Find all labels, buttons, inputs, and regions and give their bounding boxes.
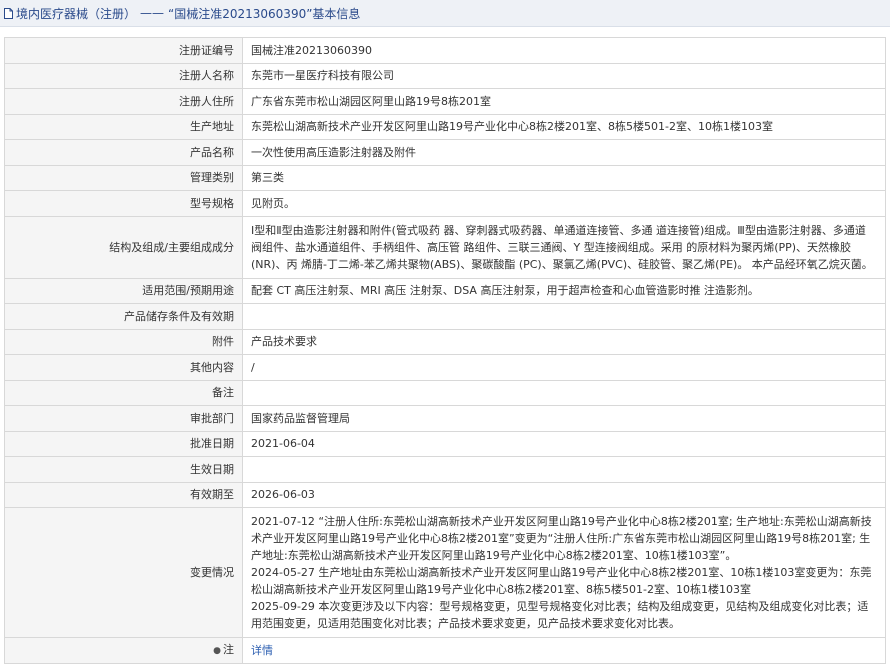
page-title: “国械注准20213060390”基本信息 [168, 6, 361, 21]
field-label: 产品名称 [4, 139, 243, 166]
field-value: / [242, 354, 886, 381]
field-value: 配套 CT 高压注射泵、MRI 高压 注射泵、DSA 高压注射泵，用于超声检查和… [242, 277, 886, 304]
change-history-row: 变更情况 2021-07-12 “注册人住所:东莞松山湖高新技术产业开发区阿里山… [4, 507, 886, 638]
field-value: Ⅰ型和Ⅱ型由造影注射器和附件(管式吸药 器、穿刺器式吸药器、单通道连接管、多通 … [242, 215, 886, 279]
page-header: 境内医疗器械（注册） —— “国械注准20213060390”基本信息 [0, 0, 890, 27]
table-row: 其他内容 / [4, 354, 886, 381]
field-value: 国械注准20213060390 [242, 37, 886, 64]
field-label: 备注 [4, 379, 243, 406]
location-pin-icon: ● [213, 646, 221, 656]
field-value: 一次性使用高压造影注射器及附件 [242, 139, 886, 166]
field-label: 管理类别 [4, 164, 243, 191]
table-row: 审批部门 国家药品监督管理局 [4, 405, 886, 432]
table-row: 管理类别 第三类 [4, 164, 886, 191]
field-label: 有效期至 [4, 481, 243, 508]
table-row: 注册人名称 东莞市一星医疗科技有限公司 [4, 62, 886, 89]
table-row: 产品储存条件及有效期 [4, 303, 886, 330]
field-label: 生产地址 [4, 113, 243, 140]
field-label: 结构及组成/主要组成成分 [4, 215, 243, 279]
document-icon [4, 7, 13, 19]
note-label: 注 [223, 643, 234, 656]
table-row: 附件 产品技术要求 [4, 328, 886, 355]
field-label: 型号规格 [4, 190, 243, 217]
field-value: 东莞松山湖高新技术产业开发区阿里山路19号产业化中心8栋2楼201室、8栋5楼5… [242, 113, 886, 140]
field-value [242, 456, 886, 483]
table-row: 适用范围/预期用途 配套 CT 高压注射泵、MRI 高压 注射泵、DSA 高压注… [4, 277, 886, 304]
change-history: 2021-07-12 “注册人住所:东莞松山湖高新技术产业开发区阿里山路19号产… [242, 507, 886, 638]
registration-info-table: 注册证编号 国械注准20213060390 注册人名称 东莞市一星医疗科技有限公… [4, 37, 886, 664]
table-row: 产品名称 一次性使用高压造影注射器及附件 [4, 139, 886, 166]
note-value: 详情 [242, 637, 886, 664]
table-row: 注册证编号 国械注准20213060390 [4, 37, 886, 64]
field-value: 东莞市一星医疗科技有限公司 [242, 62, 886, 89]
field-label: 审批部门 [4, 405, 243, 432]
field-value: 国家药品监督管理局 [242, 405, 886, 432]
field-label: 注册证编号 [4, 37, 243, 64]
table-row: 结构及组成/主要组成成分 Ⅰ型和Ⅱ型由造影注射器和附件(管式吸药 器、穿刺器式吸… [4, 215, 886, 279]
field-label: 适用范围/预期用途 [4, 277, 243, 304]
table-row: 备注 [4, 379, 886, 406]
field-value: 第三类 [242, 164, 886, 191]
field-label: 附件 [4, 328, 243, 355]
field-value: 广东省东莞市松山湖园区阿里山路19号8栋201室 [242, 88, 886, 115]
field-label: 注册人名称 [4, 62, 243, 89]
breadcrumb-link[interactable]: 境内医疗器械（注册） [16, 5, 136, 22]
field-label: 生效日期 [4, 456, 243, 483]
table-row: 生效日期 [4, 456, 886, 483]
field-label: 注册人住所 [4, 88, 243, 115]
note-row: ● 注 详情 [4, 637, 886, 664]
field-value [242, 379, 886, 406]
field-value: 见附页。 [242, 190, 886, 217]
field-value: 产品技术要求 [242, 328, 886, 355]
details-link[interactable]: 详情 [251, 644, 273, 657]
field-value: 2026-06-03 [242, 481, 886, 508]
change-entry: 2021-07-12 “注册人住所:东莞松山湖高新技术产业开发区阿里山路19号产… [251, 515, 872, 562]
breadcrumb-separator: —— [140, 6, 165, 20]
change-entry: 2024-05-27 生产地址由东莞松山湖高新技术产业开发区阿里山路19号产业化… [251, 566, 872, 596]
note-label-cell: ● 注 [4, 637, 243, 664]
table-row: 生产地址 东莞松山湖高新技术产业开发区阿里山路19号产业化中心8栋2楼201室、… [4, 113, 886, 140]
field-label: 产品储存条件及有效期 [4, 303, 243, 330]
field-value [242, 303, 886, 330]
field-label: 其他内容 [4, 354, 243, 381]
table-row: 注册人住所 广东省东莞市松山湖园区阿里山路19号8栋201室 [4, 88, 886, 115]
table-row: 有效期至 2026-06-03 [4, 481, 886, 508]
field-value: 2021-06-04 [242, 430, 886, 457]
table-row: 型号规格 见附页。 [4, 190, 886, 217]
field-label: 批准日期 [4, 430, 243, 457]
field-label: 变更情况 [4, 507, 243, 638]
change-entry: 2025-09-29 本次变更涉及以下内容：型号规格变更，见型号规格变化对比表；… [251, 600, 869, 630]
table-row: 批准日期 2021-06-04 [4, 430, 886, 457]
